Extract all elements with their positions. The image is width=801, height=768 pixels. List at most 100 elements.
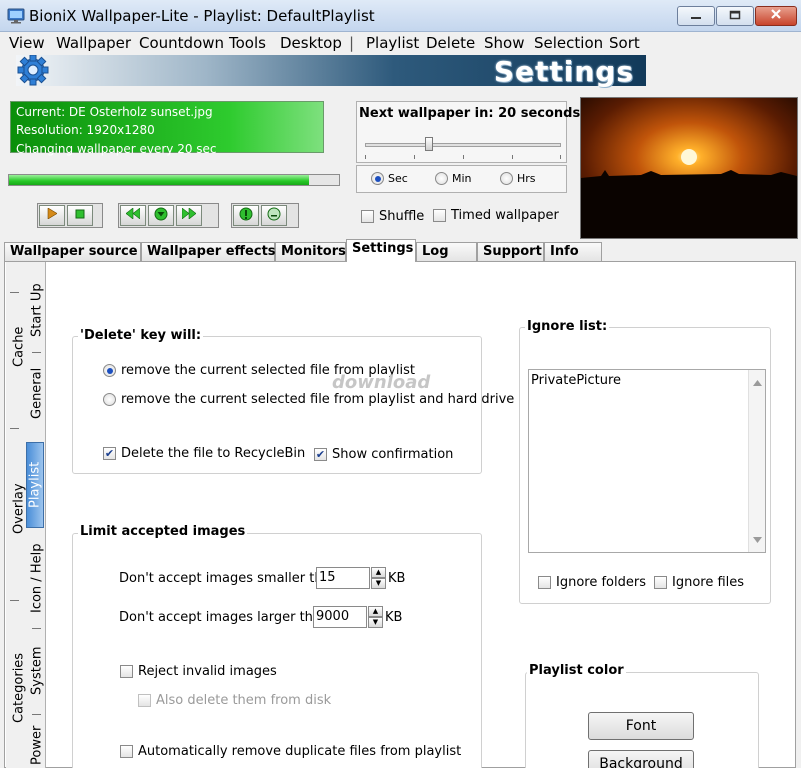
ignore-files-checkbox[interactable] <box>654 576 667 589</box>
menu-wallpaper[interactable]: Wallpaper <box>56 34 131 52</box>
side-tab-categories[interactable]: Categories <box>10 642 28 734</box>
down-button[interactable] <box>148 205 174 226</box>
side-divider <box>32 352 41 353</box>
max-size-label: Don't accept images larger than <box>119 610 330 625</box>
side-tab-playlist[interactable]: Playlist <box>26 442 44 528</box>
menu-playlist[interactable]: Playlist <box>366 34 419 52</box>
side-tab-icon-help[interactable]: Icon / Help <box>28 534 46 622</box>
slider-tick <box>463 155 464 159</box>
minimize-tray-button[interactable] <box>261 205 287 226</box>
background-button[interactable]: Background <box>588 750 694 768</box>
gear-icon <box>16 54 50 86</box>
radio-hrs[interactable] <box>500 172 513 185</box>
menu-bar: View Wallpaper Countdown Tools Desktop |… <box>0 32 801 54</box>
window-title: BioniX Wallpaper-Lite - Playlist: Defaul… <box>29 7 375 25</box>
remove-duplicates-option[interactable]: Automatically remove duplicate files fro… <box>120 744 461 759</box>
menu-tools[interactable]: Tools <box>229 34 266 52</box>
next-wallpaper-panel: Next wallpaper in: 20 seconds <box>356 101 580 163</box>
side-tab-power[interactable]: Power <box>28 720 46 768</box>
max-size-input[interactable]: 9000 <box>313 606 367 628</box>
delete-option-hard-drive[interactable]: remove the current selected file from pl… <box>103 392 514 407</box>
side-tab-system[interactable]: System <box>28 636 46 706</box>
unit-sec-label: Sec <box>388 172 408 185</box>
title-bar: BioniX Wallpaper-Lite - Playlist: Defaul… <box>0 0 801 32</box>
side-tab-general[interactable]: General <box>28 356 46 430</box>
shuffle-checkbox[interactable] <box>361 210 374 223</box>
delete-hard-drive-label: remove the current selected file from pl… <box>121 392 515 407</box>
max-size-stepper[interactable]: ▲ ▼ <box>368 606 383 628</box>
menu-show[interactable]: Show <box>484 34 524 52</box>
menu-selection[interactable]: Selection <box>534 34 603 52</box>
radio-sec[interactable] <box>371 172 384 185</box>
tab-wallpaper-source[interactable]: Wallpaper source <box>4 242 141 261</box>
max-size-unit: KB <box>385 610 403 625</box>
stop-button[interactable] <box>67 205 93 226</box>
menu-delete[interactable]: Delete <box>426 34 475 52</box>
min-size-label: Don't accept images smaller than <box>119 571 339 586</box>
tab-settings[interactable]: Settings <box>346 239 416 262</box>
ignore-files-label: Ignore files <box>672 575 745 590</box>
recycle-bin-checkbox[interactable]: ✔ <box>103 447 116 460</box>
interval-slider-thumb[interactable] <box>425 137 434 151</box>
unit-hrs-radio[interactable]: Hrs <box>500 172 536 185</box>
side-tab-startup[interactable]: Start Up <box>28 270 46 350</box>
side-tab-cache[interactable]: Cache <box>10 326 28 368</box>
tab-support[interactable]: Support <box>477 242 544 261</box>
unit-sec-radio[interactable]: Sec <box>371 172 408 185</box>
font-button[interactable]: Font <box>588 712 694 740</box>
min-size-stepper[interactable]: ▲ ▼ <box>371 567 386 589</box>
ignore-folders-checkbox[interactable] <box>538 576 551 589</box>
show-confirmation-option[interactable]: ✔ Show confirmation <box>314 447 453 462</box>
side-divider <box>10 428 19 429</box>
ignore-list-item[interactable]: PrivatePicture <box>531 373 621 388</box>
interval-slider-track[interactable] <box>365 143 561 147</box>
menu-countdown[interactable]: Countdown <box>139 34 224 52</box>
shuffle-option[interactable]: Shuffle <box>361 209 424 224</box>
spin-up-icon[interactable]: ▲ <box>371 567 386 578</box>
show-confirmation-checkbox[interactable]: ✔ <box>314 448 327 461</box>
spin-down-icon[interactable]: ▼ <box>368 617 383 628</box>
ignore-list-title: Ignore list: <box>525 319 610 334</box>
menu-desktop[interactable]: Desktop <box>280 34 342 52</box>
also-delete-option[interactable]: Also delete them from disk <box>138 693 331 708</box>
tab-monitors[interactable]: Monitors <box>275 242 346 261</box>
ignore-files-option[interactable]: Ignore files <box>654 575 744 590</box>
scroll-up-icon[interactable] <box>753 375 762 390</box>
menu-sort[interactable]: Sort <box>609 34 640 52</box>
ignore-list-scrollbar[interactable] <box>748 370 765 552</box>
play-button[interactable] <box>39 205 65 226</box>
slider-tick <box>414 155 415 159</box>
spin-up-icon[interactable]: ▲ <box>368 606 383 617</box>
extra-group <box>231 203 299 228</box>
interval-text: Changing wallpaper every 20 sec <box>16 142 217 156</box>
menu-view[interactable]: View <box>9 34 45 52</box>
spin-down-icon[interactable]: ▼ <box>371 578 386 589</box>
also-delete-checkbox[interactable] <box>138 694 151 707</box>
minimize-button[interactable] <box>677 6 715 26</box>
delete-playlist-radio[interactable] <box>103 364 116 377</box>
timed-wallpaper-option[interactable]: Timed wallpaper <box>433 208 559 223</box>
close-button[interactable] <box>755 6 797 26</box>
tab-log[interactable]: Log <box>416 242 477 261</box>
previous-button[interactable] <box>120 205 146 226</box>
tab-info[interactable]: Info <box>544 242 602 261</box>
ignore-folders-option[interactable]: Ignore folders <box>538 575 646 590</box>
play-icon <box>47 207 58 223</box>
alert-button[interactable] <box>233 205 259 226</box>
delete-hard-drive-radio[interactable] <box>103 393 116 406</box>
slider-tick <box>560 155 561 159</box>
ignore-list-box[interactable]: PrivatePicture <box>528 369 766 553</box>
show-confirmation-label: Show confirmation <box>332 447 454 462</box>
maximize-button[interactable] <box>716 6 754 26</box>
scroll-down-icon[interactable] <box>753 532 762 547</box>
reject-invalid-checkbox[interactable] <box>120 665 133 678</box>
remove-duplicates-checkbox[interactable] <box>120 745 133 758</box>
next-button[interactable] <box>176 205 202 226</box>
min-size-input[interactable]: 15 <box>316 567 370 589</box>
unit-min-radio[interactable]: Min <box>435 172 472 185</box>
reject-invalid-option[interactable]: Reject invalid images <box>120 664 277 679</box>
tab-wallpaper-effects[interactable]: Wallpaper effects <box>141 242 276 261</box>
recycle-bin-option[interactable]: ✔ Delete the file to RecycleBin <box>103 446 305 461</box>
radio-min[interactable] <box>435 172 448 185</box>
timed-wallpaper-checkbox[interactable] <box>433 209 446 222</box>
